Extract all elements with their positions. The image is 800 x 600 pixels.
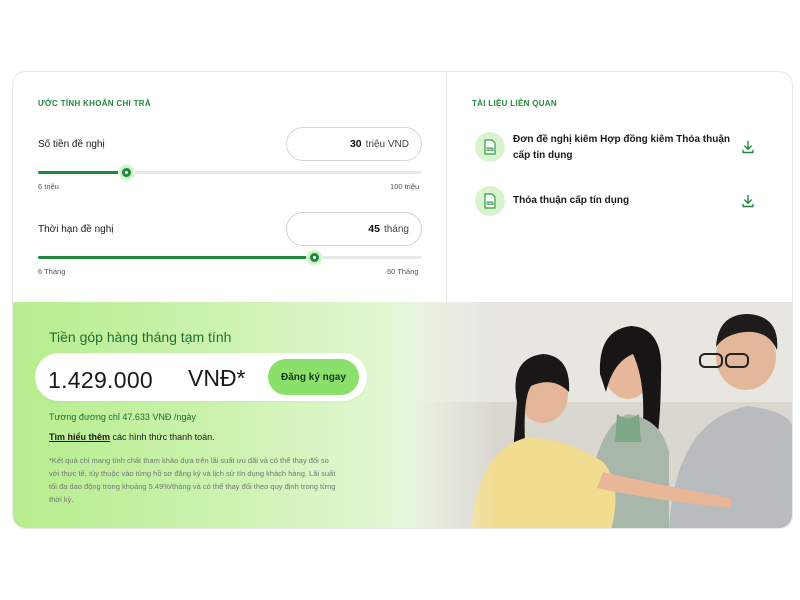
term-min-label: 6 Tháng (38, 267, 66, 276)
estimate-section-title: ƯỚC TÍNH KHOẢN CHI TRẢ (38, 99, 151, 108)
monthly-estimate-title: Tiền góp hàng tháng tạm tính (49, 329, 232, 345)
documents-section-title: TÀI LIỆU LIÊN QUAN (472, 99, 557, 108)
download-icon[interactable] (741, 194, 755, 208)
vertical-divider (446, 72, 447, 302)
family-photo (413, 302, 792, 528)
learn-more-suffix: các hình thức thanh toán. (112, 432, 215, 442)
document-label[interactable]: Thỏa thuận cấp tín dụng (513, 186, 733, 209)
svg-text:PDF: PDF (487, 147, 493, 151)
term-label: Thời hạn đề nghị (38, 224, 114, 235)
amount-value: 30 (349, 138, 362, 150)
term-input[interactable]: 45 tháng (286, 212, 422, 246)
amount-slider-fill (38, 171, 127, 174)
amount-slider-thumb[interactable] (120, 166, 134, 179)
term-slider[interactable] (38, 251, 422, 264)
amount-slider[interactable] (38, 166, 422, 179)
equivalent-value: 47.633 VNĐ /ngày (122, 412, 196, 422)
amount-unit: triệu VND (365, 138, 409, 150)
disclaimer-text: *Kết quả chỉ mang tính chất tham khảo dự… (49, 456, 336, 504)
pdf-icon: PDF (475, 186, 505, 216)
equivalent-prefix: Tương đương chỉ (49, 412, 120, 422)
payment-methods-line: Tìm hiểu thêm các hình thức thanh toán. (49, 432, 215, 442)
term-unit: tháng (383, 223, 409, 235)
amount-min-label: 6 triệu (38, 182, 59, 191)
amount-label: Số tiền đề nghị (38, 139, 105, 150)
amount-input[interactable]: 30 triệu VND (286, 127, 422, 161)
term-slider-thumb[interactable] (308, 251, 322, 264)
document-item[interactable]: PDF Thỏa thuận cấp tín dụng (475, 186, 733, 216)
document-item[interactable]: PDF Đơn đề nghị kiêm Hợp đồng kiêm Thỏa … (475, 132, 733, 164)
term-max-label: 60 Tháng (387, 267, 419, 276)
term-value: 45 (368, 223, 380, 235)
estimate-panel: ƯỚC TÍNH KHOẢN CHI TRẢ Số tiền đề nghị 3… (13, 72, 792, 302)
download-icon[interactable] (741, 140, 755, 154)
monthly-amount: 1.429.000 (48, 367, 154, 393)
pdf-icon: PDF (475, 132, 505, 162)
svg-text:PDF: PDF (487, 201, 493, 205)
learn-more-link[interactable]: Tìm hiểu thêm (49, 432, 110, 442)
daily-equivalent: Tương đương chỉ 47.633 VNĐ /ngày (49, 412, 196, 422)
monthly-currency: VNĐ* (188, 365, 246, 391)
loan-estimate-card: ƯỚC TÍNH KHOẢN CHI TRẢ Số tiền đề nghị 3… (12, 71, 793, 529)
document-label[interactable]: Đơn đề nghị kiêm Hợp đồng kiêm Thỏa thuậ… (513, 132, 733, 164)
apply-now-button[interactable]: Đăng ký ngay (268, 359, 359, 395)
term-slider-fill (38, 256, 315, 259)
amount-max-label: 100 triệu (390, 182, 420, 191)
